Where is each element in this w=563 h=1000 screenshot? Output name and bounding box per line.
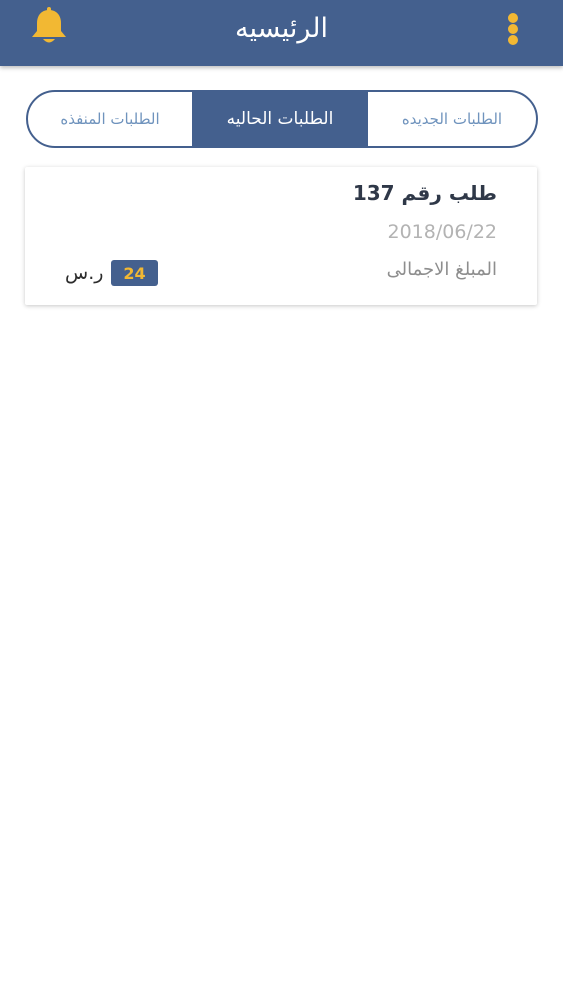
total-amount-label: المبلغ الاجمالى [386,259,497,280]
tab-label: الطلبات الجديده [401,110,503,128]
tab-label: الطلبات الحاليه [226,109,334,129]
currency-label: ر.س [65,262,104,284]
tab-label: الطلبات المنفذه [60,110,160,128]
tab-new-orders[interactable]: الطلبات الجديده [368,92,536,146]
page-title: الرئيسيه [235,13,328,44]
order-date: 2018/06/22 [387,221,497,243]
order-title: طلب رقم 137 [352,181,497,205]
more-vertical-icon[interactable] [500,11,526,47]
amount-badge: 24 [111,260,158,286]
orders-tabs: الطلبات المنفذه الطلبات الحاليه الطلبات … [26,90,538,148]
tab-completed-orders[interactable]: الطلبات المنفذه [28,92,192,146]
app-bar: الرئيسيه [0,0,563,66]
tab-current-orders[interactable]: الطلبات الحاليه [192,92,368,146]
order-card[interactable]: طلب رقم 137 2018/06/22 المبلغ الاجمالى 2… [25,167,537,305]
